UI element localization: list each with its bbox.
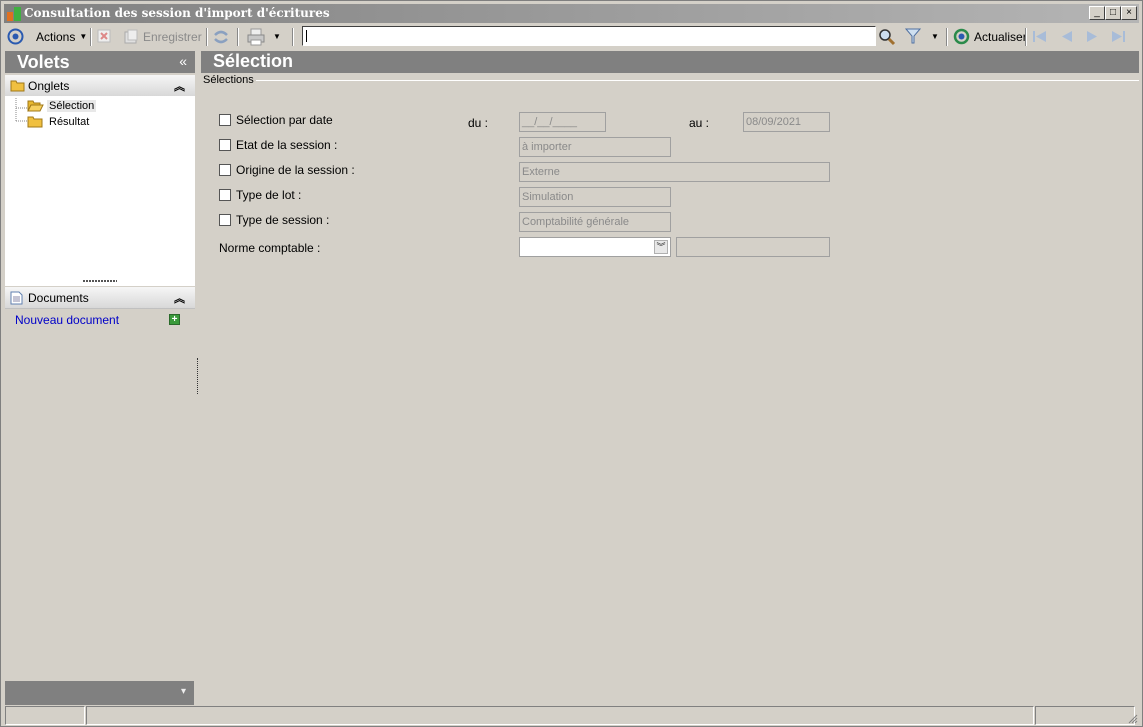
filter-icon[interactable]	[905, 28, 921, 45]
search-input[interactable]	[302, 26, 876, 46]
onglets-collapse-icon[interactable]: ︽	[174, 78, 185, 94]
status-cell	[86, 706, 1034, 725]
menu-circle-icon[interactable]	[7, 28, 24, 45]
accounting-standard-select[interactable]: ︾	[519, 237, 671, 257]
close-button[interactable]: ×	[1121, 6, 1137, 20]
session-origin-row: Origine de la session :	[219, 163, 355, 177]
panel-bottom-bar: ▾	[5, 681, 194, 705]
tree-item-label: Sélection	[47, 99, 97, 112]
from-date-field[interactable]: __/__/____	[519, 112, 606, 132]
maximize-button[interactable]: □	[1105, 6, 1121, 20]
refresh-label: Actualiser	[974, 29, 1027, 44]
toolbar-separator	[90, 28, 92, 46]
chevron-down-icon: ▼	[79, 32, 88, 41]
documents-collapse-icon[interactable]: ︽	[174, 290, 185, 306]
next-record-icon[interactable]	[1085, 30, 1099, 43]
session-type-field[interactable]: Comptabilité générale	[519, 212, 671, 232]
session-state-row: Etat de la session :	[219, 138, 337, 152]
minimize-button[interactable]: _	[1089, 6, 1105, 20]
new-document-link[interactable]: Nouveau document	[15, 313, 119, 327]
tree-item-resultat[interactable]: Résultat	[27, 114, 91, 129]
toolbar-separator	[237, 28, 239, 46]
print-dropdown-icon[interactable]: ▼	[273, 32, 281, 41]
document-icon	[10, 291, 23, 305]
collapse-panel-icon[interactable]: «	[179, 53, 187, 69]
toolbar-separator	[946, 28, 948, 46]
refresh-icon	[953, 28, 970, 45]
batch-type-row: Type de lot :	[219, 188, 301, 202]
group-divider	[256, 80, 1139, 81]
documents-header[interactable]: Documents ︽	[5, 287, 195, 309]
tree-item-selection[interactable]: Sélection	[27, 98, 97, 113]
accounting-standard-description	[676, 237, 830, 257]
expand-down-icon[interactable]: ▾	[181, 686, 186, 697]
folder-icon	[27, 116, 43, 128]
volets-header: Volets «	[5, 51, 195, 73]
accounting-standard-label: Norme comptable :	[219, 241, 321, 255]
refresh-button[interactable]: Actualiser	[953, 27, 1027, 46]
title-bar: Consultation des session d'import d'écri…	[4, 4, 1139, 23]
last-record-icon[interactable]	[1110, 30, 1126, 43]
first-record-icon[interactable]	[1032, 30, 1048, 43]
session-origin-field[interactable]: Externe	[519, 162, 830, 182]
app-icon	[7, 7, 21, 21]
sync-icon[interactable]	[212, 28, 230, 46]
delete-icon[interactable]	[97, 29, 111, 43]
session-type-row: Type de session :	[219, 213, 329, 227]
double-chevron-down-icon[interactable]: ︾	[654, 240, 668, 254]
tree-item-label: Résultat	[49, 115, 90, 128]
panel-splitter[interactable]	[5, 278, 195, 286]
session-origin-label: Origine de la session :	[236, 163, 355, 177]
toolbar-separator	[206, 28, 208, 46]
filter-dropdown-icon[interactable]: ▼	[931, 32, 939, 41]
onglets-header[interactable]: Onglets ︽	[5, 75, 195, 97]
window-title: Consultation des session d'import d'écri…	[24, 6, 330, 20]
selection-header: Sélection	[201, 51, 1139, 73]
status-bar	[3, 706, 1140, 726]
session-type-checkbox[interactable]	[219, 214, 231, 226]
date-filter-row: Sélection par date	[219, 113, 333, 127]
documents-panel: Nouveau document +	[5, 309, 195, 681]
batch-type-checkbox[interactable]	[219, 189, 231, 201]
toolbar: Actions ▼ Enregistrer ▼ ▼ Actualiser	[3, 25, 1140, 48]
session-type-label: Type de session :	[236, 213, 330, 227]
from-label: du :	[468, 116, 489, 130]
toolbar-separator	[292, 28, 294, 46]
add-document-icon[interactable]: +	[169, 314, 180, 325]
onglets-tree: Sélection Résultat	[5, 96, 195, 278]
resize-grip-icon[interactable]	[1126, 712, 1138, 724]
batch-type-label: Type de lot :	[236, 188, 302, 202]
text-caret	[306, 30, 307, 42]
actions-label: Actions	[36, 29, 76, 44]
previous-record-icon[interactable]	[1060, 30, 1074, 43]
date-checkbox[interactable]	[219, 114, 231, 126]
session-state-label: Etat de la session :	[236, 138, 338, 152]
batch-type-field[interactable]: Simulation	[519, 187, 671, 207]
session-state-field[interactable]: à importer	[519, 137, 671, 157]
application-window: Consultation des session d'import d'écri…	[0, 0, 1143, 727]
documents-title: Documents	[28, 291, 89, 305]
open-folder-icon	[27, 100, 44, 112]
date-label: Sélection par date	[236, 113, 333, 127]
session-state-checkbox[interactable]	[219, 139, 231, 151]
splitter-grip	[83, 280, 117, 282]
status-cell	[5, 706, 85, 725]
session-origin-checkbox[interactable]	[219, 164, 231, 176]
onglets-title: Onglets	[28, 79, 70, 93]
actions-menu[interactable]: Actions ▼	[36, 27, 87, 46]
toolbar-separator	[1025, 28, 1027, 46]
search-icon[interactable]	[878, 28, 896, 46]
group-title: Sélections	[203, 74, 254, 86]
volets-title: Volets	[17, 52, 70, 72]
status-cell	[1035, 706, 1135, 725]
to-date-field[interactable]: 08/09/2021	[743, 112, 830, 132]
to-label: au :	[689, 116, 710, 130]
folder-icon	[10, 80, 25, 92]
save-label: Enregistrer	[143, 29, 202, 44]
page-title: Sélection	[213, 51, 294, 71]
save-button[interactable]: Enregistrer	[123, 27, 202, 46]
vertical-splitter[interactable]	[197, 358, 198, 394]
print-icon[interactable]	[247, 28, 265, 46]
save-icon	[124, 29, 138, 43]
